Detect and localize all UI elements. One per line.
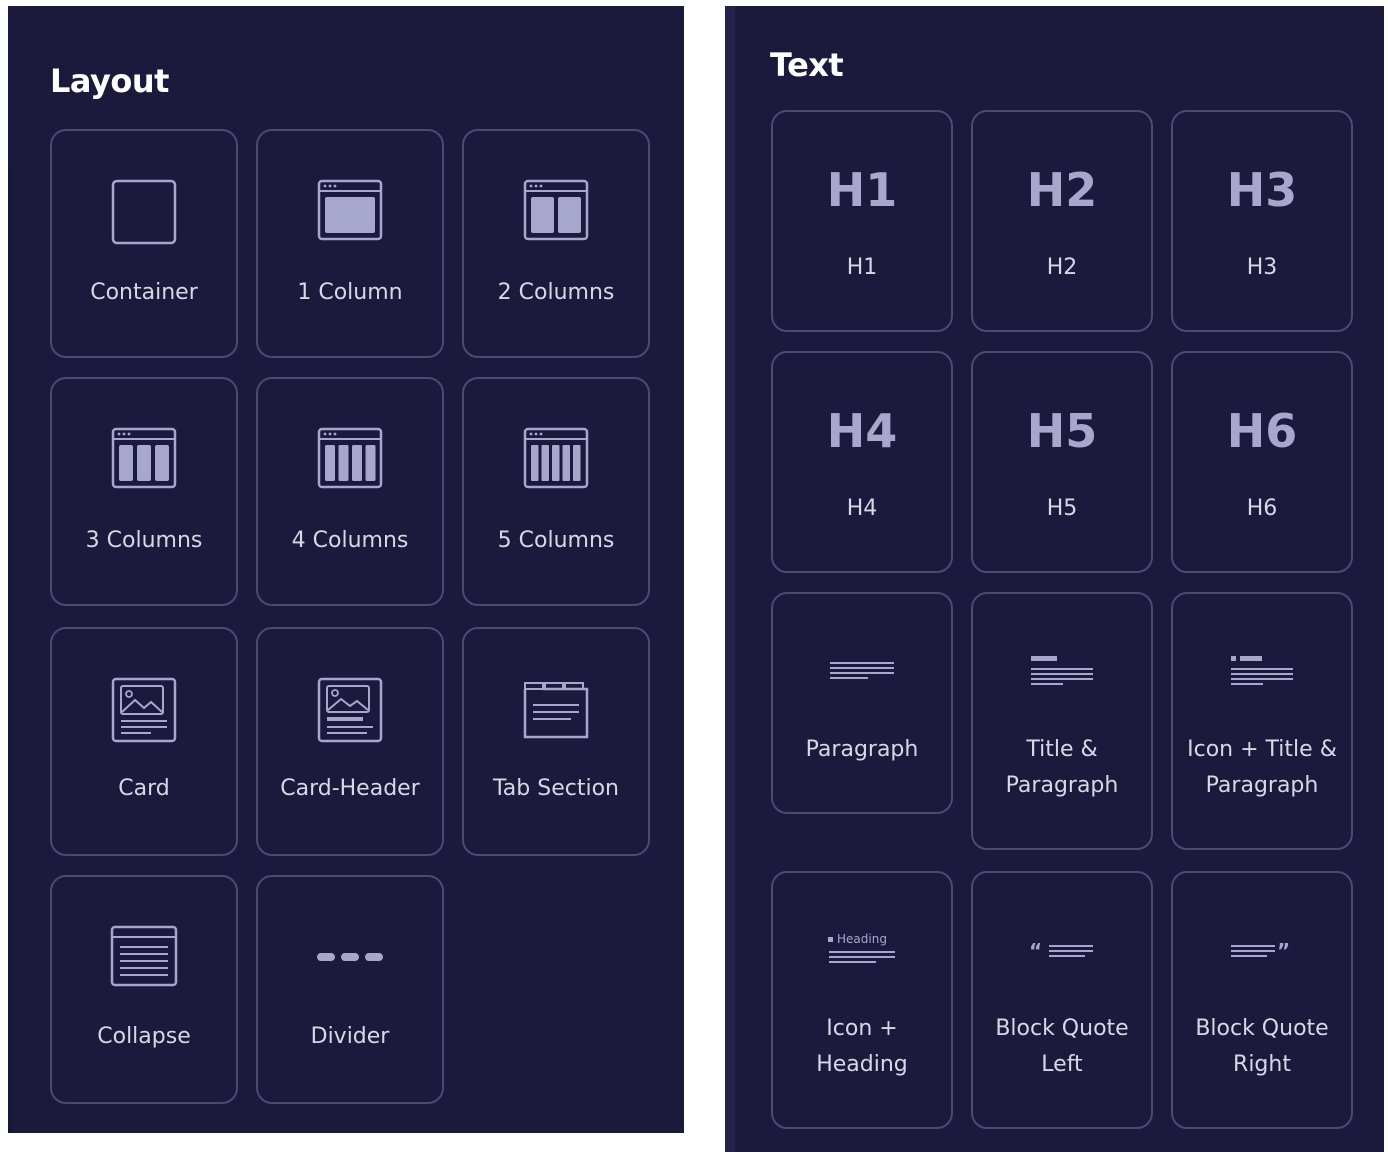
- icon-title-paragraph-block[interactable]: Icon + Title & Paragraph: [1171, 592, 1353, 850]
- h4-block[interactable]: H4 H4: [771, 351, 953, 573]
- divider-block[interactable]: Divider: [256, 875, 444, 1104]
- card-icon: [111, 677, 177, 743]
- tab-section-block[interactable]: Tab Section: [462, 627, 650, 856]
- h1-glyph: H1: [826, 163, 898, 217]
- block-label: H4: [846, 496, 878, 521]
- block-quote-left-block[interactable]: “ Block Quote Left: [971, 871, 1153, 1129]
- block-label: Divider: [310, 1024, 390, 1049]
- block-label-line2: Right: [1233, 1052, 1291, 1077]
- block-label-line1: Icon +: [826, 1016, 898, 1041]
- block-label-line1: Title &: [1026, 737, 1098, 762]
- panel-edge: [725, 6, 735, 1152]
- collapse-icon: [110, 925, 178, 987]
- paragraph-icon: [830, 662, 894, 679]
- card-header-block[interactable]: Card-Header: [256, 627, 444, 856]
- block-label: H2: [1046, 255, 1078, 280]
- one-column-icon: [317, 179, 383, 241]
- block-label: H6: [1246, 496, 1278, 521]
- h1-block[interactable]: H1 H1: [771, 110, 953, 332]
- card-block[interactable]: Card: [50, 627, 238, 856]
- collapse-block[interactable]: Collapse: [50, 875, 238, 1104]
- block-quote-right-block[interactable]: ” Block Quote Right: [1171, 871, 1353, 1129]
- icon-title-paragraph-icon: [1231, 656, 1293, 685]
- layout-title: Layout: [50, 62, 169, 100]
- block-label: Collapse: [97, 1024, 191, 1049]
- block-label-line1: Block Quote: [995, 1016, 1129, 1041]
- five-columns-block[interactable]: 5 Columns: [462, 377, 650, 606]
- block-label: Card: [118, 776, 170, 801]
- h2-block[interactable]: H2 H2: [971, 110, 1153, 332]
- block-label: Container: [90, 280, 198, 305]
- quote-left-icon: “: [1029, 941, 1093, 961]
- block-label: 3 Columns: [85, 528, 203, 553]
- two-columns-block[interactable]: 2 Columns: [462, 129, 650, 358]
- text-panel: Text H1 H1 H2 H2 H3 H3 H4 H4 H5 H5 H6 H6…: [725, 6, 1384, 1152]
- h6-block[interactable]: H6 H6: [1171, 351, 1353, 573]
- svg-text:”: ”: [1277, 941, 1290, 961]
- block-label-line2: Paragraph: [1205, 773, 1319, 798]
- icon-heading-block[interactable]: Heading Icon + Heading: [771, 871, 953, 1129]
- h2-glyph: H2: [1026, 163, 1098, 217]
- block-label-line2: Heading: [816, 1052, 908, 1077]
- block-label-line2: Left: [1041, 1052, 1083, 1077]
- layout-panel: Layout Container 1 Column 2 Columns 3 Co…: [8, 6, 684, 1133]
- block-label: 2 Columns: [497, 280, 615, 305]
- h3-block[interactable]: H3 H3: [1171, 110, 1353, 332]
- three-columns-icon: [111, 427, 177, 489]
- panel-edge: [8, 170, 12, 1133]
- bullet-icon: [828, 937, 833, 942]
- three-columns-block[interactable]: 3 Columns: [50, 377, 238, 606]
- block-label: Card-Header: [280, 776, 420, 801]
- tab-section-icon: [523, 682, 589, 739]
- four-columns-block[interactable]: 4 Columns: [256, 377, 444, 606]
- icon-heading-text: Heading: [837, 932, 887, 946]
- h4-glyph: H4: [826, 404, 898, 458]
- text-title: Text: [770, 46, 844, 84]
- container-block[interactable]: Container: [50, 129, 238, 358]
- block-label: Paragraph: [805, 737, 919, 762]
- four-columns-icon: [317, 427, 383, 489]
- icon-heading-icon: Heading: [828, 931, 896, 971]
- quote-right-icon: ”: [1231, 941, 1290, 961]
- title-paragraph-block[interactable]: Title & Paragraph: [971, 592, 1153, 850]
- block-label: 4 Columns: [291, 528, 409, 553]
- h6-glyph: H6: [1226, 404, 1298, 458]
- block-label: 1 Column: [297, 280, 403, 305]
- title-paragraph-icon: [1031, 656, 1093, 685]
- block-label: H3: [1246, 255, 1278, 280]
- block-label: H1: [846, 255, 878, 280]
- block-label: 5 Columns: [497, 528, 615, 553]
- card-header-icon: [317, 677, 383, 743]
- two-columns-icon: [523, 179, 589, 241]
- block-label-line2: Paragraph: [1005, 773, 1119, 798]
- h5-glyph: H5: [1026, 404, 1098, 458]
- container-icon: [111, 179, 177, 245]
- h5-block[interactable]: H5 H5: [971, 351, 1153, 573]
- block-label: Tab Section: [493, 776, 619, 801]
- block-label-line1: Block Quote: [1195, 1016, 1329, 1041]
- paragraph-block[interactable]: Paragraph: [771, 592, 953, 814]
- block-label: H5: [1046, 496, 1078, 521]
- divider-icon: [317, 953, 383, 961]
- one-column-block[interactable]: 1 Column: [256, 129, 444, 358]
- svg-text:“: “: [1029, 941, 1042, 961]
- block-label-line1: Icon + Title &: [1187, 737, 1337, 762]
- five-columns-icon: [523, 427, 589, 489]
- h3-glyph: H3: [1226, 163, 1298, 217]
